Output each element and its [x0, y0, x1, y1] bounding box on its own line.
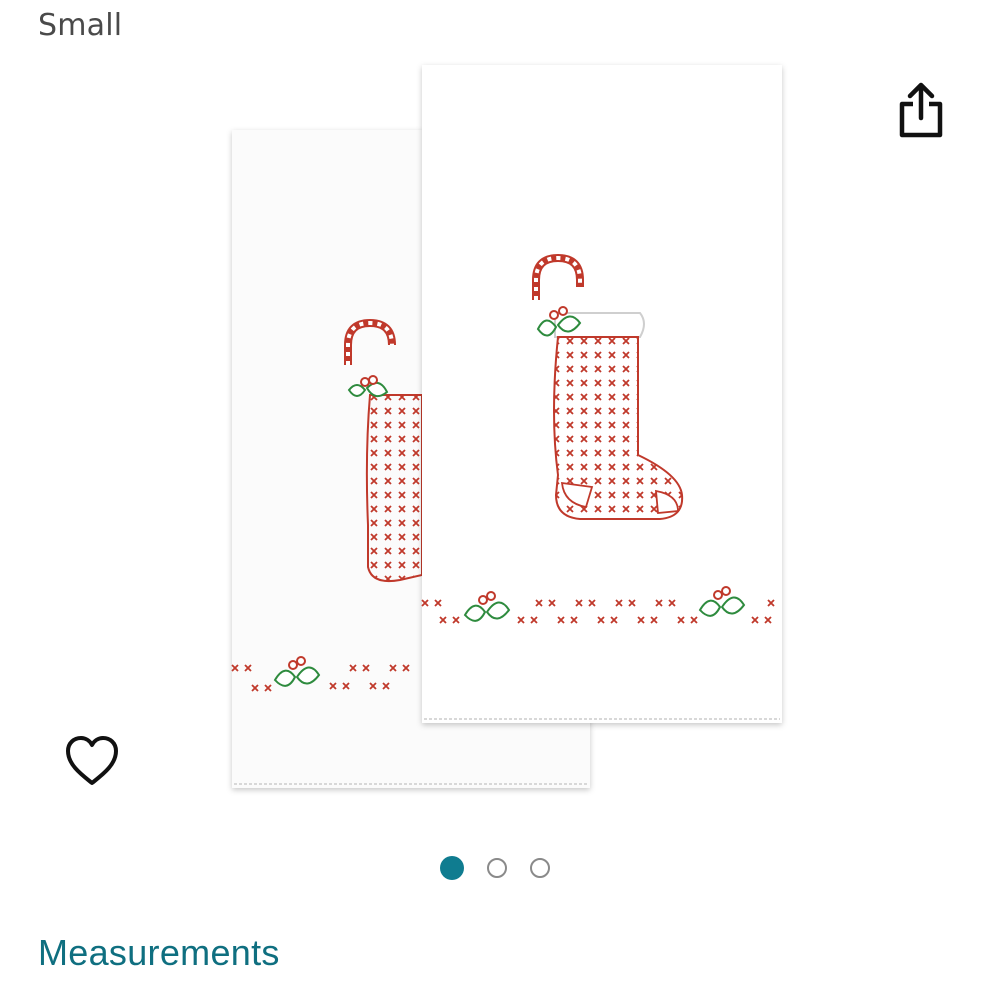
- front-towel: [421, 65, 782, 723]
- image-carousel-dots: [440, 855, 550, 881]
- carousel-dot-2[interactable]: [487, 858, 507, 878]
- carousel-dot-1[interactable]: [440, 856, 464, 880]
- share-icon: [899, 82, 943, 138]
- product-image[interactable]: [200, 55, 800, 815]
- carousel-dot-3[interactable]: [530, 858, 550, 878]
- measurements-heading[interactable]: Measurements: [38, 932, 280, 974]
- wishlist-button[interactable]: [62, 733, 122, 789]
- towel-illustration: [231, 65, 782, 788]
- size-label: Small: [38, 8, 123, 43]
- product-page: Small Measurements: [0, 0, 1000, 1000]
- share-button[interactable]: [892, 80, 950, 140]
- heart-outline-icon: [66, 736, 118, 785]
